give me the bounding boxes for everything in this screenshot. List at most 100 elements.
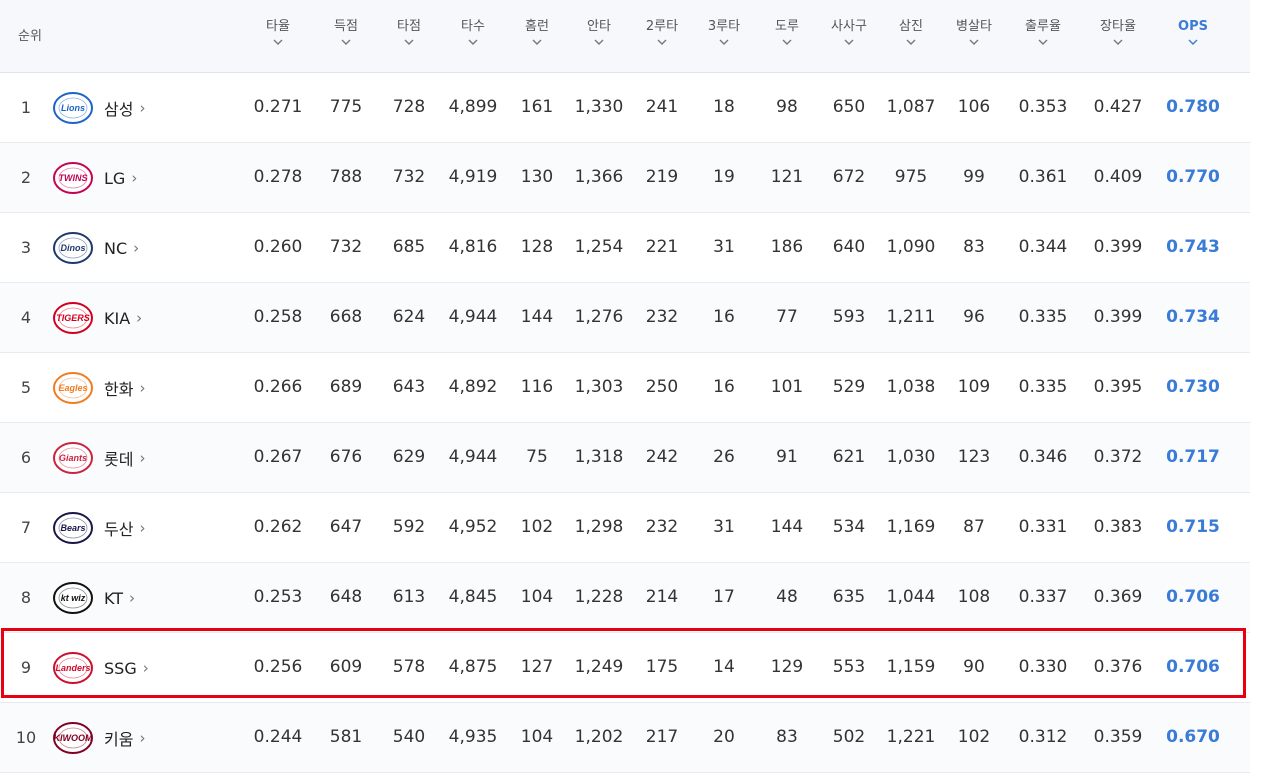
svg-text:Eagles: Eagles (58, 383, 87, 393)
team-link[interactable]: TIGERS KIA › (52, 299, 142, 337)
table-row: 7 Bears 두산 › 0.262 647 592 4,952 102 1,298 232 31 14… (0, 493, 1250, 563)
table-row: 1 Lions 삼성 › 0.271 775 728 4,899 161 1,330 241 18 98… (0, 73, 1250, 143)
chevron-down-icon (468, 39, 478, 45)
table-row: 3 Dinos NC › 0.260 732 685 4,816 128 1,254 221 31 18… (0, 213, 1250, 283)
stat-cell: 96 (963, 307, 985, 327)
team-name: KT (104, 588, 124, 608)
column-header-9[interactable]: 도루 (752, 18, 822, 46)
stat-cell: 0.376 (1093, 657, 1143, 677)
column-header-4[interactable]: 타수 (438, 18, 508, 46)
stat-cell: 0.730 (1166, 377, 1220, 397)
team-name: KIA (104, 308, 131, 328)
team-name: 두산 (104, 520, 134, 539)
column-header-7[interactable]: 2루타 (627, 18, 697, 46)
team-link[interactable]: Dinos NC › (52, 229, 139, 267)
stat-cell: 90 (963, 657, 985, 677)
column-header-label: 안타 (587, 19, 611, 34)
rank-cell: 6 (20, 448, 32, 467)
column-header-label: 타율 (266, 19, 290, 34)
column-header-2[interactable]: 득점 (311, 18, 381, 46)
team-name: LG (104, 168, 126, 188)
stat-cell: 0.409 (1093, 167, 1143, 187)
chevron-down-icon (341, 39, 351, 45)
team-logo-icon: kt wiz (53, 582, 93, 614)
stat-cell: 108 (957, 587, 991, 607)
rank-cell: 8 (20, 588, 32, 607)
stat-cell: 0.372 (1093, 447, 1143, 467)
table-row: 6 Giants 롯데 › 0.267 676 629 4,944 75 1,318 242 26 91… (0, 423, 1250, 493)
team-logo-icon: Lions (53, 92, 93, 124)
team-logo-icon: TIGERS (53, 302, 93, 334)
chevron-right-icon: › (129, 589, 136, 607)
column-header-14[interactable]: 장타율 (1083, 18, 1153, 46)
chevron-right-icon: › (139, 449, 146, 467)
stat-cell: 0.383 (1093, 517, 1143, 537)
team-logo-icon: TWINS (53, 162, 93, 194)
team-link[interactable]: Lions 삼성 › (52, 89, 145, 127)
stat-cell: 0.331 (1018, 517, 1068, 537)
team-link[interactable]: Eagles 한화 › (52, 369, 145, 407)
rank-cell: 2 (20, 168, 32, 187)
team-logo-icon: Bears (53, 512, 93, 544)
stat-cell: 0.715 (1166, 517, 1220, 537)
stat-cell: 0.706 (1166, 587, 1220, 607)
column-header-11[interactable]: 삼진 (876, 18, 946, 46)
column-header-5[interactable]: 홈런 (502, 18, 572, 46)
column-header-label: OPS (1178, 19, 1208, 34)
team-link[interactable]: kt wiz KT › (52, 579, 135, 617)
table-body: 1 Lions 삼성 › 0.271 775 728 4,899 161 1,330 241 18 98… (0, 73, 1250, 773)
team-name: 롯데 (104, 450, 134, 469)
team-link[interactable]: Landers SSG › (52, 649, 149, 687)
table-row: 9 Landers SSG › 0.256 609 578 4,875 127 1,249 175 1… (0, 633, 1250, 703)
stat-cell: 102 (957, 727, 991, 747)
stat-cell: 0.770 (1166, 167, 1220, 187)
column-header-label: 사사구 (831, 19, 867, 34)
stat-cell: 0.399 (1093, 307, 1143, 327)
column-header-12[interactable]: 병살타 (939, 18, 1009, 46)
svg-text:Giants: Giants (59, 453, 87, 463)
stat-cell: 0.330 (1018, 657, 1068, 677)
team-name: 키움 (104, 730, 134, 749)
stat-cell: 99 (963, 167, 985, 187)
column-header-13[interactable]: 출루율 (1008, 18, 1078, 46)
stat-cell: 0.361 (1018, 167, 1068, 187)
chevron-down-icon (1113, 39, 1123, 45)
stat-cell: 0.399 (1093, 237, 1143, 257)
column-header-label: 2루타 (645, 19, 679, 34)
stat-cell: 106 (957, 97, 991, 117)
column-header-15[interactable]: OPS (1158, 18, 1228, 46)
column-header-label: 3루타 (707, 19, 741, 34)
team-link[interactable]: TWINS LG › (52, 159, 137, 197)
svg-text:Dinos: Dinos (60, 243, 85, 253)
column-header-6[interactable]: 안타 (564, 18, 634, 46)
rank-cell: 4 (20, 308, 32, 327)
stat-cell: 0.670 (1166, 727, 1220, 747)
svg-text:Lions: Lions (61, 103, 85, 113)
column-header-label: 삼진 (899, 19, 923, 34)
svg-text:TWINS: TWINS (59, 173, 88, 183)
team-link[interactable]: Giants 롯데 › (52, 439, 145, 477)
column-header-label: 홈런 (525, 19, 549, 34)
column-header-3[interactable]: 타점 (374, 18, 444, 46)
chevron-down-icon (906, 39, 916, 45)
team-name: 한화 (104, 380, 134, 399)
chevron-right-icon: › (136, 309, 143, 327)
stat-cell: 0.780 (1166, 97, 1220, 117)
table-header: 순위 타율 득점 타점 타수 홈런 안타 2루타 3루타 도루 사사구 삼진 병살타 출루율 장타율 OPS (0, 0, 1250, 73)
rank-cell: 1 (20, 98, 32, 117)
column-header-10[interactable]: 사사구 (814, 18, 884, 46)
stat-cell: 0.335 (1018, 307, 1068, 327)
column-header-label: 타수 (461, 19, 485, 34)
svg-text:Bears: Bears (60, 523, 85, 533)
column-header-8[interactable]: 3루타 (689, 18, 759, 46)
team-link[interactable]: KIWOOM 키움 › (52, 719, 145, 757)
svg-text:Landers: Landers (55, 663, 90, 673)
team-link[interactable]: Bears 두산 › (52, 509, 145, 547)
chevron-right-icon: › (139, 729, 146, 747)
column-header-1[interactable]: 타율 (243, 18, 313, 46)
team-logo-icon: Giants (53, 442, 93, 474)
column-header-label: 출루율 (1025, 19, 1061, 34)
chevron-down-icon (657, 39, 667, 45)
team-name: SSG (104, 658, 137, 678)
stat-cell: 83 (963, 237, 985, 257)
